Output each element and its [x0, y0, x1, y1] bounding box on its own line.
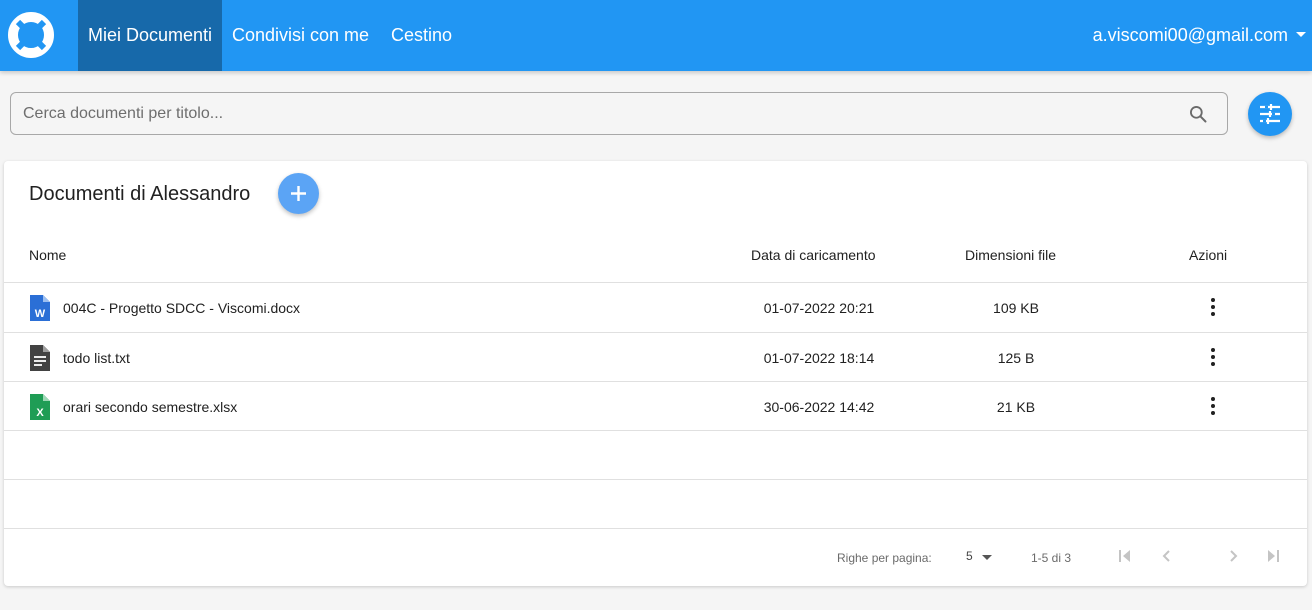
- file-size: 109 KB: [993, 300, 1039, 316]
- word-file-icon: W: [30, 295, 50, 321]
- upload-date: 01-07-2022 18:14: [763, 350, 875, 366]
- plus-icon: [291, 186, 306, 201]
- pagination-range: 1-5 di 3: [1031, 551, 1072, 565]
- file-name[interactable]: orari secondo semestre.xlsx: [63, 399, 237, 415]
- table-row[interactable]: X orari secondo semestre.xlsx 30-06-2022…: [4, 382, 1307, 431]
- documents-title: Documenti di Alessandro: [29, 183, 251, 205]
- file-size: 125 B: [997, 350, 1035, 366]
- caret-down-icon: [982, 555, 992, 560]
- next-page-icon[interactable]: [1225, 548, 1241, 564]
- table-row[interactable]: todo list.txt 01-07-2022 18:14 125 B: [4, 333, 1307, 382]
- first-page-icon[interactable]: [1117, 548, 1133, 564]
- svg-text:X: X: [36, 407, 44, 419]
- column-header-azioni: Azioni: [1189, 247, 1228, 263]
- column-header-dimensioni[interactable]: Dimensioni file: [965, 247, 1056, 263]
- user-email: a.viscomi00@gmail.com: [1092, 25, 1288, 45]
- tab-cestino[interactable]: Cestino: [383, 0, 460, 71]
- user-account-menu[interactable]: a.viscomi00@gmail.com: [1093, 0, 1306, 71]
- row-divider: [4, 430, 1307, 431]
- rows-per-page-label: Righe per pagina:: [837, 551, 932, 565]
- file-name[interactable]: todo list.txt: [63, 350, 130, 366]
- row-divider: [4, 479, 1307, 480]
- rows-per-page-value: 5: [966, 549, 973, 563]
- caret-down-icon: [1296, 31, 1306, 37]
- column-header-nome[interactable]: Nome: [29, 247, 66, 263]
- filter-button[interactable]: [1248, 92, 1292, 136]
- rows-per-page-select[interactable]: 5: [966, 549, 998, 567]
- search-input[interactable]: [11, 93, 1171, 134]
- more-actions-icon[interactable]: [1203, 295, 1223, 319]
- previous-page-icon[interactable]: [1159, 548, 1175, 564]
- more-actions-icon[interactable]: [1203, 345, 1223, 369]
- tab-condivisi-con-me[interactable]: Condivisi con me: [224, 0, 377, 71]
- column-header-data[interactable]: Data di caricamento: [751, 247, 876, 263]
- excel-file-icon: X: [30, 394, 50, 420]
- svg-text:W: W: [35, 308, 46, 320]
- file-size: 21 KB: [996, 399, 1036, 415]
- text-file-icon: [30, 345, 50, 371]
- upload-date: 30-06-2022 14:42: [763, 399, 875, 415]
- table-row[interactable]: W 004C - Progetto SDCC - Viscomi.docx 01…: [4, 283, 1307, 332]
- file-name[interactable]: 004C - Progetto SDCC - Viscomi.docx: [63, 300, 300, 316]
- search-box: [10, 92, 1228, 135]
- tab-miei-documenti[interactable]: Miei Documenti: [78, 0, 222, 71]
- more-actions-icon[interactable]: [1203, 394, 1223, 418]
- tune-icon: [1260, 104, 1280, 124]
- upload-date: 01-07-2022 20:21: [763, 300, 875, 316]
- add-document-button[interactable]: [278, 173, 319, 214]
- documents-card: Documenti di Alessandro Nome Data di car…: [4, 161, 1307, 586]
- search-icon[interactable]: [1188, 104, 1208, 124]
- top-navbar: Miei Documenti Condivisi con me Cestino …: [0, 0, 1312, 71]
- last-page-icon[interactable]: [1265, 548, 1281, 564]
- lifebuoy-logo-icon[interactable]: [7, 11, 55, 59]
- row-divider: [4, 528, 1307, 529]
